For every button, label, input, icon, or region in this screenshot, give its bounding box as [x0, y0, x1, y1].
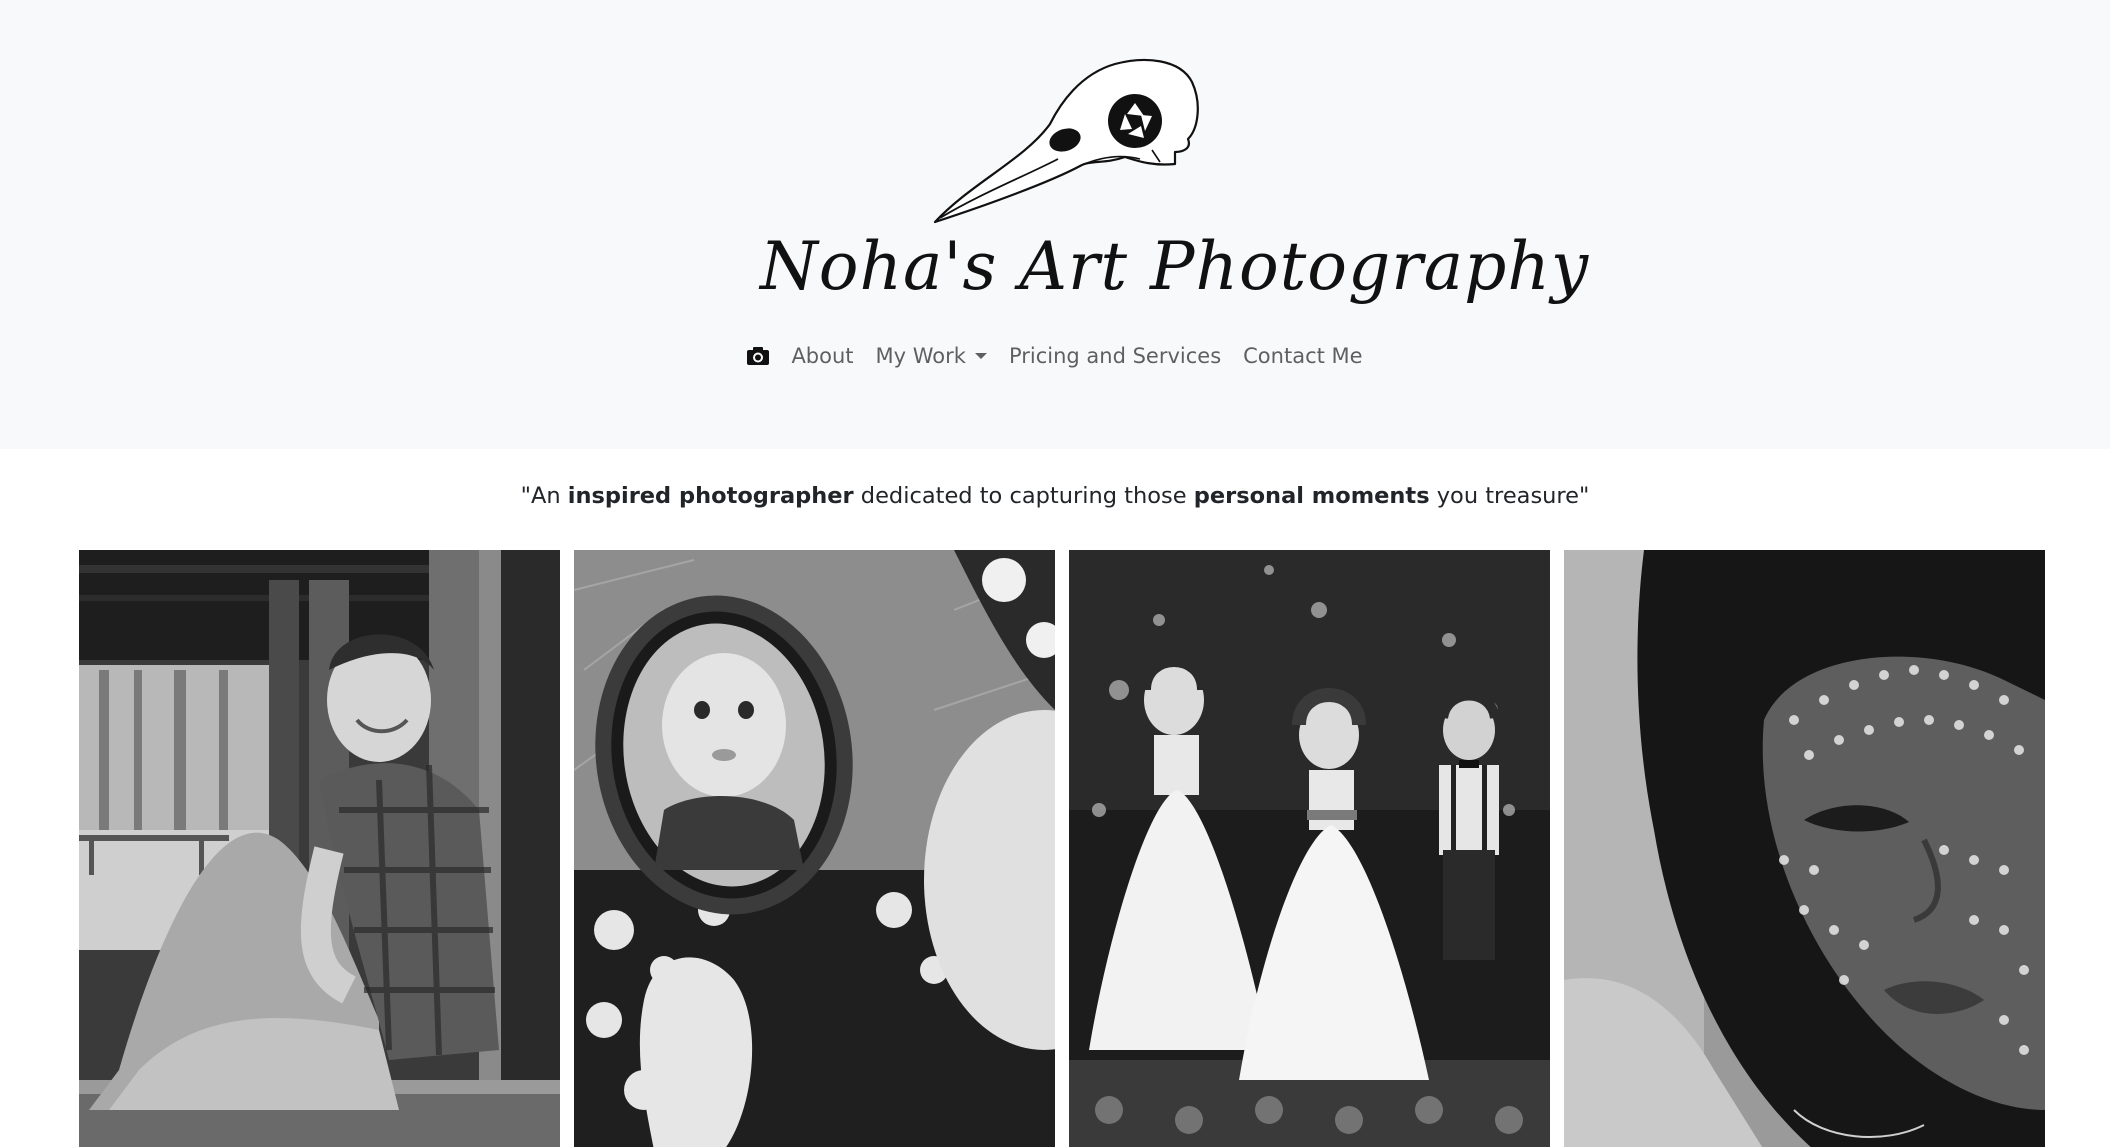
- nav-item-my-work-label: My Work: [875, 344, 966, 368]
- nav-item-about-label: About: [791, 344, 854, 368]
- nav-item-pricing-label: Pricing and Services: [1008, 344, 1222, 368]
- nav-item-pricing[interactable]: Pricing and Services: [998, 338, 1232, 374]
- flower-girls-photo: [1069, 550, 1550, 1147]
- brand-name: Noha's Art Photography: [760, 228, 1590, 305]
- nav-home-link[interactable]: [736, 338, 780, 374]
- woman-portrait-photo: [1564, 550, 2045, 1147]
- boy-sitting-photo: [79, 550, 560, 1147]
- bird-skull-camera-icon: [933, 58, 1199, 224]
- tagline-open: "An: [520, 483, 568, 509]
- gallery-image-boy[interactable]: [79, 550, 560, 1147]
- camera-icon: [747, 347, 770, 365]
- tagline-end: you treasure": [1429, 483, 1590, 509]
- page: Noha's Art Photography About My Work Pri…: [0, 0, 2110, 1147]
- nav-item-about[interactable]: About: [780, 338, 864, 374]
- nav-item-contact-label: Contact Me: [1243, 344, 1363, 368]
- chevron-down-icon: [974, 353, 987, 359]
- baby-mirror-photo: [574, 550, 1055, 1147]
- nav-item-contact[interactable]: Contact Me: [1232, 338, 1373, 374]
- tagline-middle: dedicated to capturing those: [853, 483, 1194, 509]
- brand-logo-link[interactable]: Noha's Art Photography: [760, 40, 1590, 330]
- nav-item-my-work-dropdown[interactable]: My Work: [865, 338, 998, 374]
- main-nav: About My Work Pricing and Services Conta…: [0, 338, 2110, 374]
- gallery-image-flower-girls[interactable]: [1069, 550, 1550, 1147]
- site-header: Noha's Art Photography About My Work Pri…: [0, 0, 2110, 449]
- gallery-image-portrait[interactable]: [1564, 550, 2045, 1147]
- gallery-image-baby-mirror[interactable]: [574, 550, 1055, 1147]
- tagline-strong-photographer: inspired photographer: [567, 483, 854, 509]
- tagline-strong-moments: personal moments: [1193, 483, 1430, 509]
- tagline: "An inspired photographer dedicated to c…: [0, 476, 2110, 516]
